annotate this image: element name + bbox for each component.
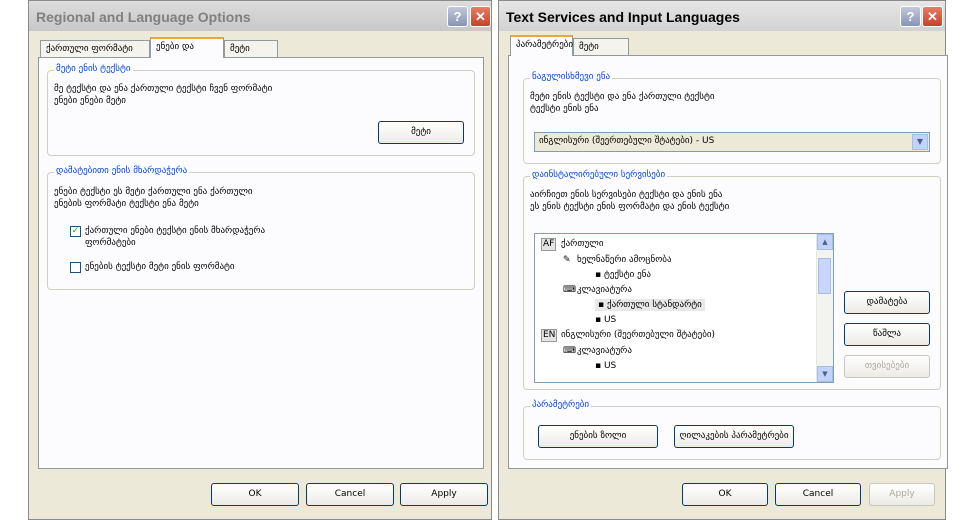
tab-advanced[interactable]: მეტი <box>573 38 629 56</box>
scroll-thumb[interactable] <box>818 258 831 294</box>
tree-item[interactable]: ქართული <box>561 238 604 250</box>
help-button[interactable]: ? <box>447 6 468 27</box>
services-tree[interactable]: AF ქართული ✎ ხელნაწერი ამოცნობა ▪ ტექსტი… <box>534 233 834 383</box>
keyboard-icon: ⌨ <box>563 346 576 356</box>
text-services-group: მეტი ენის ტექსტი მე ტექსტი და ენა ქართულ… <box>47 64 475 156</box>
tree-item[interactable]: ინგლისური (შეერთებული შტატები) <box>561 329 715 341</box>
group-title: ნაგულისხმევი ენა <box>530 72 613 82</box>
tree-item[interactable]: ▪ US <box>595 314 616 326</box>
tree-item-selected[interactable]: ▪ ქართული სტანდარტი <box>595 299 705 311</box>
group-description-2: ეს ენის ტექსტი ენის ფორმატი და ენის ტექს… <box>530 202 730 212</box>
window-title: Text Services and Input Languages <box>506 9 740 25</box>
group-title: დაინსტალირებული სერვისები <box>530 170 668 180</box>
tab-panel: მეტი ენის ტექსტი მე ტექსტი და ენა ქართულ… <box>38 57 484 469</box>
tab-advanced[interactable]: მეტი <box>224 40 278 58</box>
help-button[interactable]: ? <box>900 6 921 27</box>
keyboard-icon: ⌨ <box>563 285 576 295</box>
tab-regional[interactable]: ქართული ფორმატი <box>40 40 150 58</box>
add-button[interactable]: დამატება <box>844 291 930 314</box>
select-value: ინგლისური (შეერთებული შტატები) - US <box>539 136 715 146</box>
preferences-group: პარამეტრები ენების ზოლი ღილაკების პარამე… <box>523 400 941 460</box>
ok-button[interactable]: OK <box>211 483 299 506</box>
group-title: დამატებითი ენის მხარდაჭერა <box>54 166 190 176</box>
tree-item[interactable]: კლავიატურა <box>577 284 632 296</box>
group-description: აირჩიეთ ენის სერვისები ტექსტი და ენის ენ… <box>530 190 723 200</box>
group-description-2: ენების ფორმატი ტექსტი ენა მეტი <box>54 199 199 209</box>
language-badge: AF <box>541 238 557 251</box>
properties-button[interactable]: თვისებები <box>844 355 930 378</box>
complex-script-label-2: ფორმატები <box>85 238 136 248</box>
group-description: ენები ტექსტი ეს მეტი ქართული ენა ქართული <box>54 187 253 197</box>
tree-item[interactable]: ხელნაწერი ამოცნობა <box>577 254 672 266</box>
installed-services-group: დაინსტალირებული სერვისები აირჩიეთ ენის ს… <box>523 170 941 390</box>
ok-button[interactable]: OK <box>682 483 768 506</box>
scrollbar[interactable]: ▲ ▼ <box>816 234 833 382</box>
pen-icon: ✎ <box>563 255 571 265</box>
close-button[interactable]: ✕ <box>470 6 491 27</box>
apply-button[interactable]: Apply <box>869 483 935 506</box>
details-button[interactable]: მეტი <box>378 121 464 144</box>
close-button[interactable]: ✕ <box>922 6 943 27</box>
chevron-down-icon[interactable]: ▼ <box>912 134 928 150</box>
default-language-select[interactable]: ინგლისური (შეერთებული შტატები) - US ▼ <box>534 132 930 152</box>
east-asian-checkbox[interactable] <box>70 262 81 273</box>
group-description: მეტი ენის ტექსტი და ენა ქართული ტექსტი <box>530 92 715 102</box>
group-description-2: ტექსტი ენის ენა <box>530 104 599 114</box>
apply-button[interactable]: Apply <box>400 483 488 506</box>
title-bar[interactable]: Regional and Language Options ? ✕ <box>29 1 491 31</box>
title-bar[interactable]: Text Services and Input Languages ? ✕ <box>499 1 945 31</box>
window-title: Regional and Language Options <box>36 9 251 25</box>
tab-panel: ნაგულისხმევი ენა მეტი ენის ტექსტი და ენა… <box>508 55 948 469</box>
tree-item[interactable]: კლავიატურა <box>577 345 632 357</box>
cancel-button[interactable]: Cancel <box>775 483 861 506</box>
group-description-2: ენები ენები მეტი <box>54 96 126 106</box>
tab-languages[interactable]: ენები და <box>150 37 224 58</box>
east-asian-label: ენების ტექსტი მეტი ენის ფორმატი <box>85 262 235 272</box>
tree-item[interactable]: ▪ US <box>595 360 616 372</box>
text-services-window: Text Services and Input Languages ? ✕ პა… <box>498 0 948 520</box>
complex-script-checkbox[interactable]: ✓ <box>70 226 81 237</box>
scroll-up-icon[interactable]: ▲ <box>817 234 833 250</box>
language-bar-button[interactable]: ენების ზოლი <box>538 425 658 448</box>
cancel-button[interactable]: Cancel <box>306 483 394 506</box>
key-settings-button[interactable]: ღილაკების პარამეტრები <box>674 425 794 448</box>
scroll-down-icon[interactable]: ▼ <box>817 366 833 382</box>
group-title: მეტი ენის ტექსტი <box>54 64 133 74</box>
remove-button[interactable]: წაშლა <box>844 323 930 346</box>
language-badge: EN <box>541 329 558 342</box>
regional-options-window: Regional and Language Options ? ✕ ქართულ… <box>28 0 492 520</box>
default-language-group: ნაგულისხმევი ენა მეტი ენის ტექსტი და ენა… <box>523 72 941 164</box>
group-description: მე ტექსტი და ენა ქართული ტექსტი ჩვენ ფორ… <box>54 84 273 94</box>
complex-script-label: ქართული ენები ტექსტი ენის მხარდაჭერა <box>85 226 266 236</box>
supplemental-language-group: დამატებითი ენის მხარდაჭერა ენები ტექსტი … <box>47 166 475 290</box>
group-title: პარამეტრები <box>530 400 592 410</box>
tree-item[interactable]: ▪ ტექსტი ენა <box>595 269 651 281</box>
tab-settings[interactable]: პარამეტრები <box>510 35 573 56</box>
